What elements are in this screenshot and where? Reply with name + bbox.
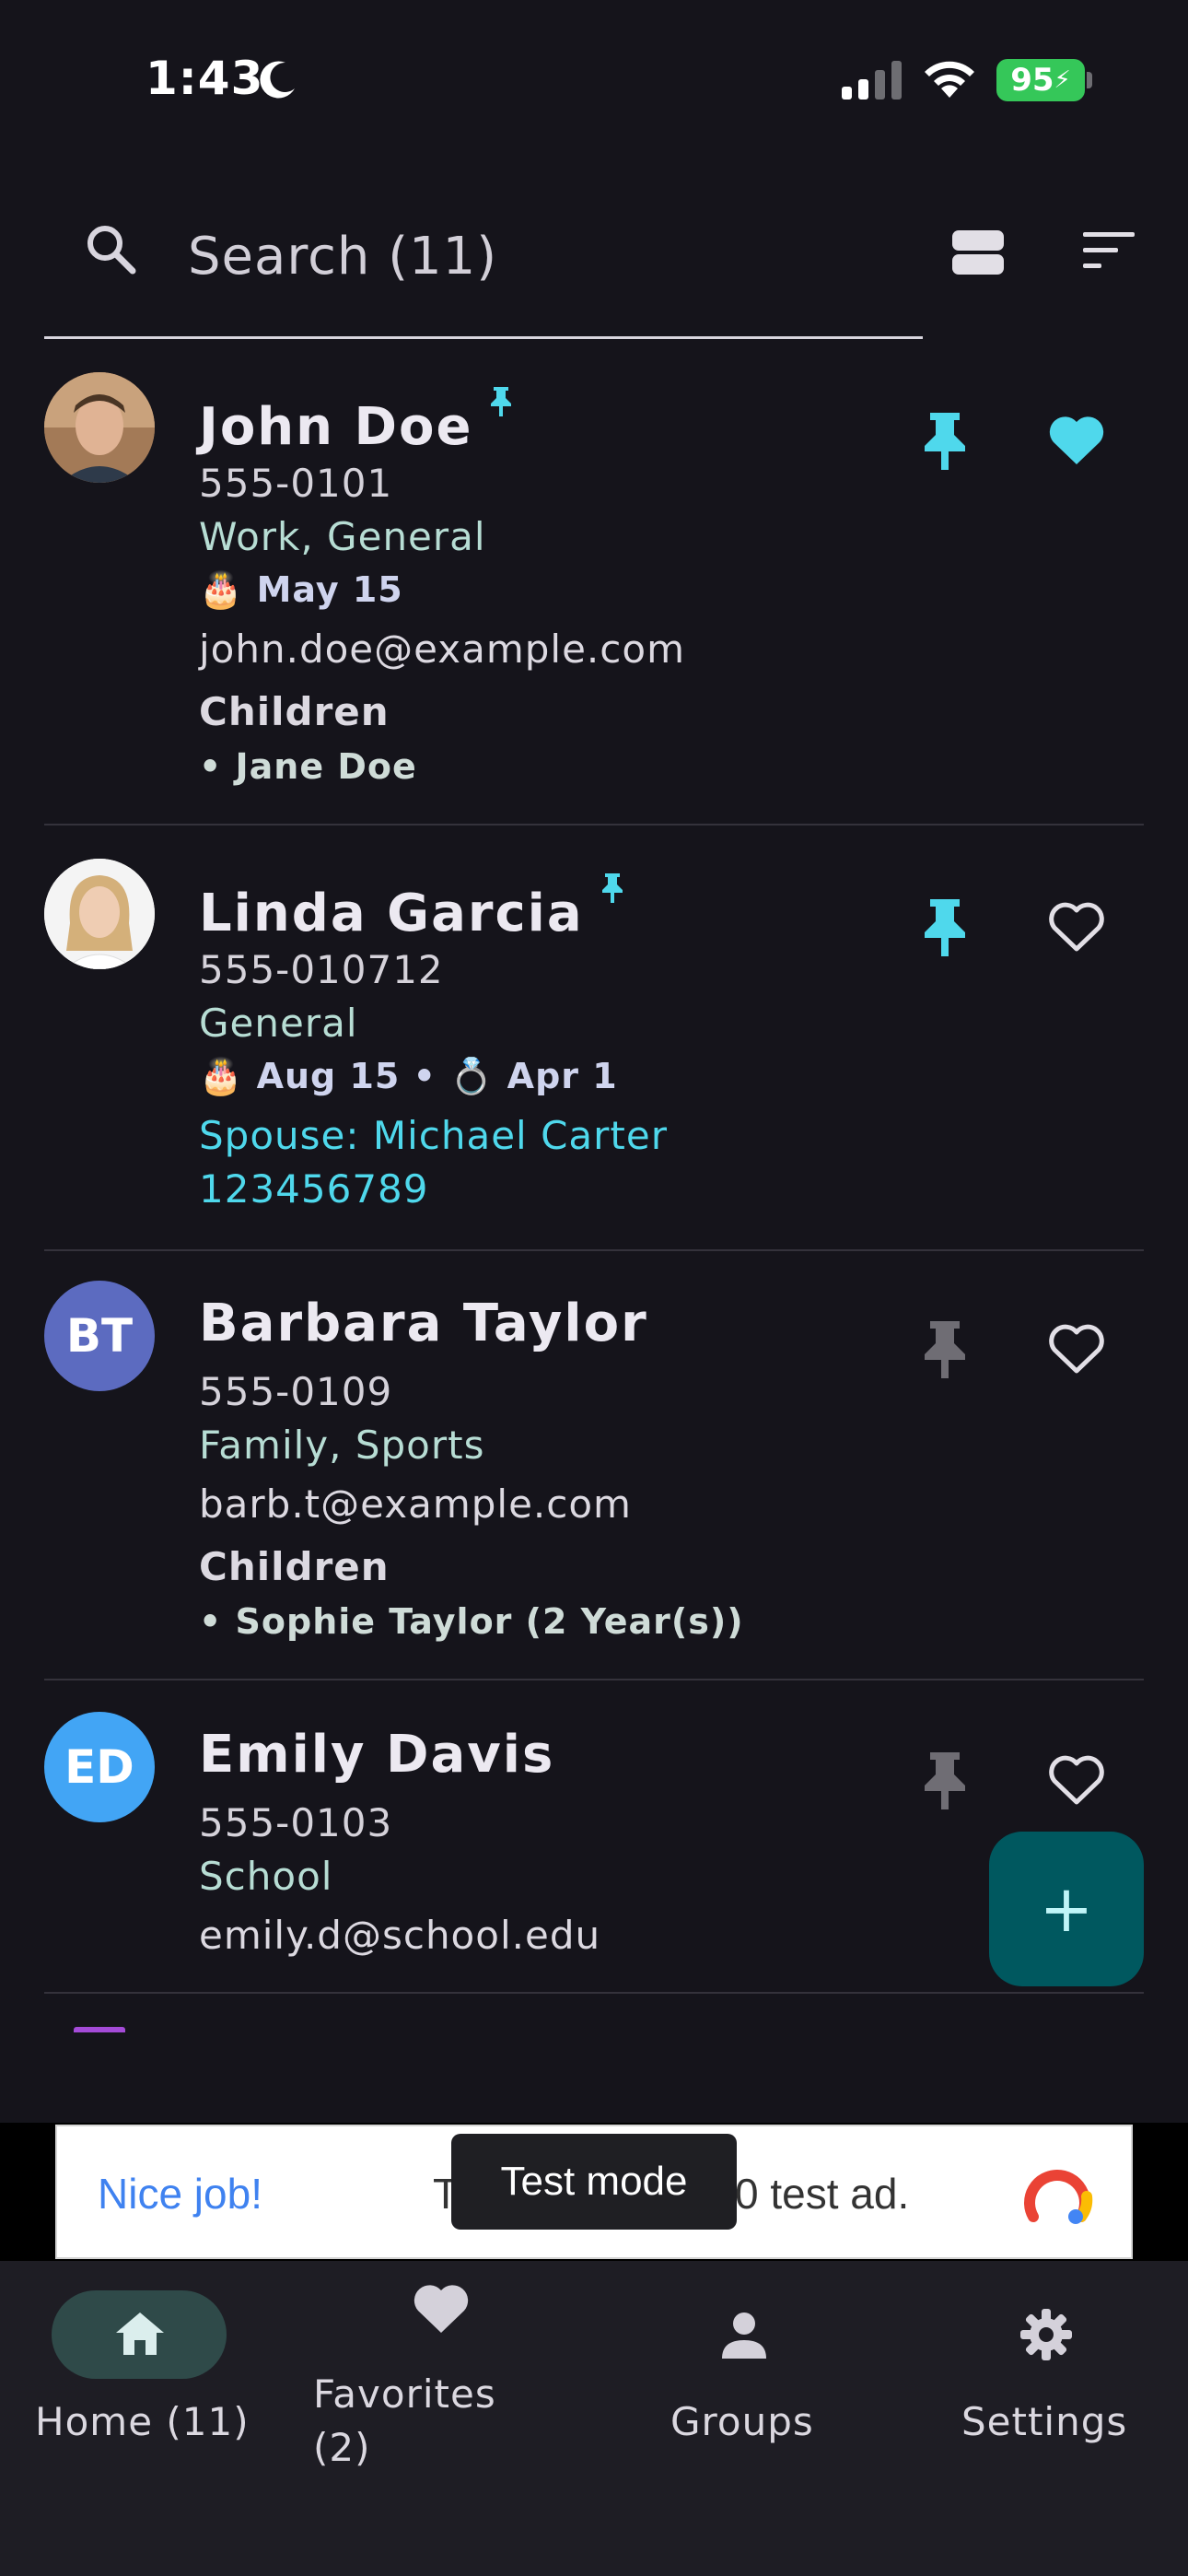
heart-icon (413, 2285, 469, 2333)
avatar-photo (44, 372, 155, 483)
bottom-navigation: Home (11) Favorites (2) Groups Settings (0, 2261, 1188, 2576)
contact-birthday: 🎂 May 15 (199, 569, 403, 611)
pinned-indicator-icon (601, 873, 623, 903)
contact-groups: Family, Sports (199, 1423, 485, 1468)
contact-card[interactable]: ED Emily Davis 555-0103 School emily.d@s… (44, 1712, 1144, 1994)
contact-groups: School (199, 1854, 333, 1899)
contact-email[interactable]: john.doe@example.com (199, 626, 685, 672)
home-icon (116, 2313, 164, 2355)
pin-icon[interactable] (919, 896, 971, 960)
nav-groups-label: Groups (670, 2399, 814, 2444)
moon-icon (260, 61, 295, 99)
battery-cap (1087, 72, 1092, 88)
nav-favorites-label: Favorites (313, 2371, 496, 2417)
charging-bolt-icon: ⚡ (1054, 66, 1071, 94)
ad-logo-icon (1024, 2170, 1093, 2224)
child-item: • Jane Doe (199, 746, 417, 787)
contact-phone[interactable]: 555-0109 (199, 1369, 392, 1414)
contact-name: Barbara Taylor (199, 1294, 648, 1353)
avatar-initials: BT (65, 1309, 134, 1363)
pin-icon[interactable] (919, 409, 971, 474)
contact-phone[interactable]: 555-010712 (199, 947, 444, 992)
avatar: ED (44, 1712, 155, 1822)
nav-settings-label: Settings (961, 2399, 1128, 2444)
search-input[interactable]: Search (11) (188, 227, 497, 287)
spouse-name[interactable]: Spouse: Michael Carter (199, 1113, 668, 1158)
contact-name-text: John Doe (199, 397, 473, 457)
favorite-heart-outline-icon[interactable] (1046, 1752, 1107, 1808)
children-heading: Children (199, 1544, 390, 1589)
contact-email[interactable]: emily.d@school.edu (199, 1913, 600, 1958)
plus-icon: + (1039, 1871, 1094, 1947)
pin-icon[interactable] (919, 1317, 971, 1382)
favorite-heart-outline-icon[interactable] (1046, 1321, 1107, 1376)
status-time: 1:43 (146, 52, 264, 105)
status-bar: 1:43 95 ⚡ (0, 0, 1188, 157)
avatar-initials: ED (64, 1740, 134, 1794)
search-bar[interactable]: Search (11) (44, 184, 923, 339)
favorite-heart-outline-icon[interactable] (1046, 899, 1107, 954)
avatar (44, 372, 155, 483)
avatar (44, 859, 155, 969)
contact-phone[interactable]: 555-0103 (199, 1800, 392, 1845)
next-card-avatar-peek (74, 2027, 125, 2032)
avatar: BT (44, 1281, 155, 1391)
battery-level: 95 (1010, 62, 1054, 99)
avatar-photo (44, 859, 155, 969)
dates-separator: • (413, 1056, 437, 1096)
wifi-icon (925, 61, 974, 98)
sort-icon[interactable] (1081, 230, 1136, 271)
person-icon (722, 2313, 766, 2359)
contact-card[interactable]: BT Barbara Taylor 555-0109 Family, Sport… (44, 1281, 1144, 1680)
cake-icon: 🎂 (199, 569, 244, 610)
search-icon (87, 226, 136, 275)
ad-headline: Nice job! (98, 2170, 262, 2218)
signal-icon (842, 61, 902, 100)
ad-text: 0 test ad. (735, 2170, 910, 2218)
add-contact-button[interactable]: + (989, 1832, 1144, 1986)
birthday-date: Aug 15 (256, 1056, 401, 1096)
birthday-date: May 15 (256, 569, 403, 610)
cake-icon: 🎂 (199, 1056, 244, 1096)
contact-card[interactable]: John Doe 555-0101 Work, General 🎂 May 15… (44, 372, 1144, 825)
children-heading: Children (199, 689, 390, 734)
nav-home-label: Home (11) (35, 2399, 250, 2444)
pin-icon[interactable] (919, 1749, 971, 1813)
contact-dates: 🎂 Aug 15 • 💍 Apr 1 (199, 1056, 618, 1097)
contact-name: Emily Davis (199, 1725, 555, 1785)
ring-icon: 💍 (449, 1056, 495, 1096)
child-item: • Sophie Taylor (2 Year(s)) (199, 1601, 744, 1642)
pinned-indicator-icon (491, 387, 512, 416)
spouse-phone[interactable]: 123456789 (199, 1166, 429, 1212)
favorite-heart-icon[interactable] (1046, 413, 1107, 468)
anniversary-date: Apr 1 (507, 1056, 618, 1096)
contact-phone[interactable]: 555-0101 (199, 461, 392, 506)
test-mode-toast: Test mode (451, 2134, 737, 2230)
contact-groups: Work, General (199, 514, 486, 559)
contact-email[interactable]: barb.t@example.com (199, 1481, 632, 1527)
contact-name-text: Linda Garcia (199, 884, 584, 943)
view-toggle-icon[interactable] (950, 228, 1006, 276)
contact-name: Linda Garcia (199, 872, 624, 943)
contact-name: John Doe (199, 385, 513, 457)
nav-favorites-count: (2) (313, 2425, 371, 2470)
battery-indicator: 95 ⚡ (996, 59, 1085, 101)
gear-icon (1020, 2309, 1072, 2360)
contact-card[interactable]: Linda Garcia 555-010712 General 🎂 Aug 15… (44, 859, 1144, 1251)
contact-groups: General (199, 1001, 358, 1046)
